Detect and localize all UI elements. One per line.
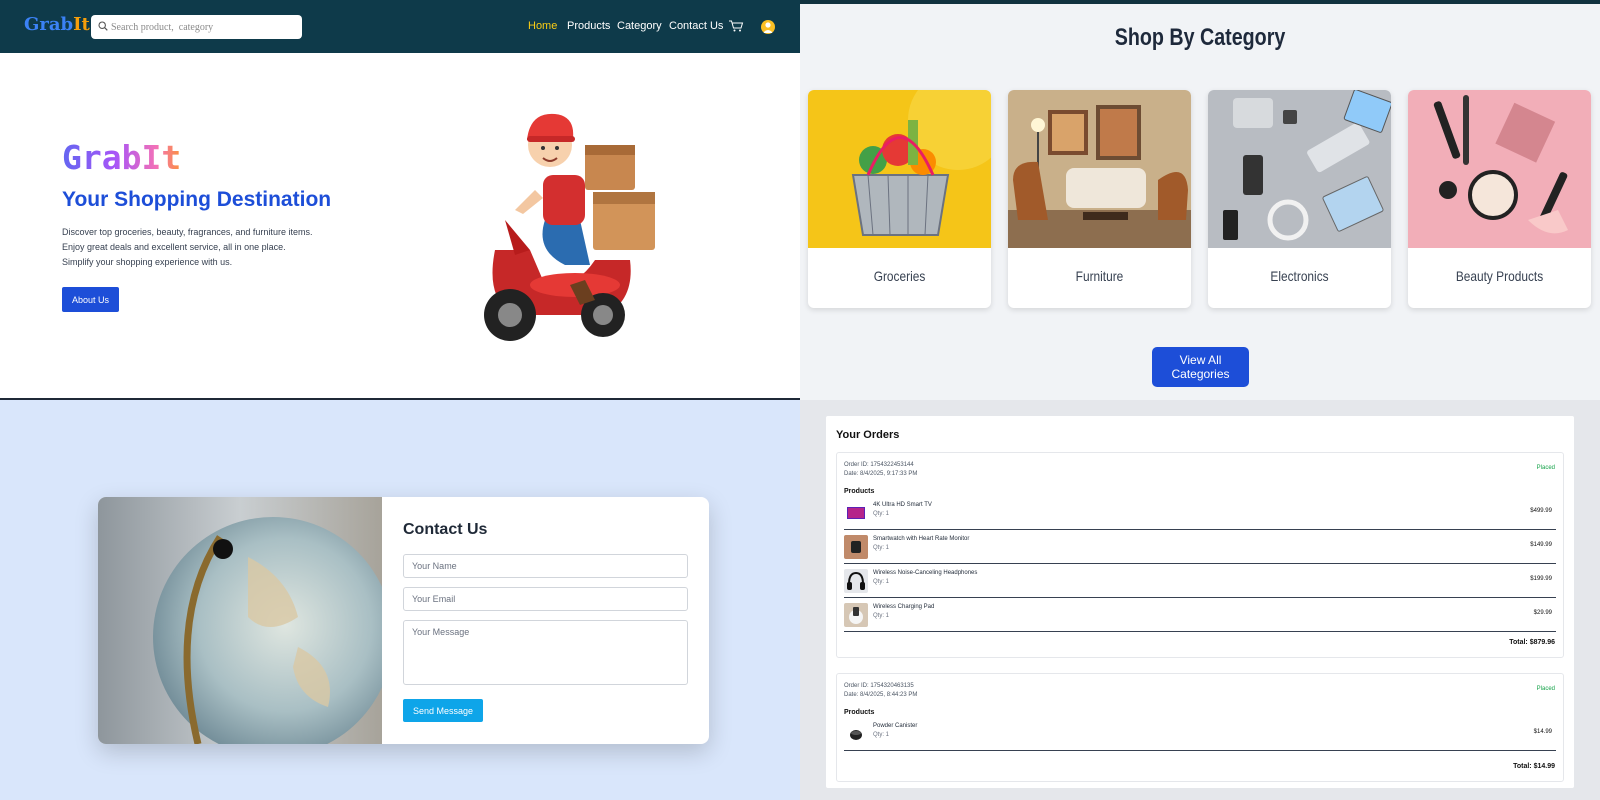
search-icon bbox=[98, 21, 108, 31]
order-item: Wireless Charging Pad Qty: 1 $29.99 bbox=[844, 598, 1556, 632]
nav-link-category[interactable]: Category bbox=[617, 20, 662, 32]
category-label-furniture: Furniture bbox=[1075, 268, 1124, 284]
hero-section: GrabIt Home Products Category Contact Us… bbox=[0, 0, 800, 400]
category-card-beauty[interactable]: Beauty Products bbox=[1408, 90, 1591, 308]
order-item: Smartwatch with Heart Rate Monitor Qty: … bbox=[844, 530, 1556, 564]
category-label-groceries: Groceries bbox=[873, 268, 926, 284]
order-item: 4K Ultra HD Smart TV Qty: 1 $499.99 bbox=[844, 496, 1556, 530]
order-id: Order ID: 1754320463135 bbox=[844, 683, 914, 689]
email-field[interactable] bbox=[403, 587, 688, 611]
hero-line-1: Discover top groceries, beauty, fragranc… bbox=[62, 227, 313, 237]
category-label-electronics: Electronics bbox=[1270, 268, 1329, 284]
category-card-furniture[interactable]: Furniture bbox=[1008, 90, 1191, 308]
search-input[interactable] bbox=[111, 18, 296, 36]
orders-section: Your Orders Order ID: 1754322453144 Date… bbox=[800, 400, 1600, 800]
contact-title: Contact Us bbox=[403, 521, 488, 538]
products-label: Products bbox=[844, 488, 875, 495]
globe-image bbox=[98, 497, 382, 744]
product-name: Wireless Charging Pad bbox=[873, 604, 935, 610]
category-label-beauty: Beauty Products bbox=[1455, 268, 1544, 284]
order-card: Order ID: 1754322453144 Date: 8/4/2025, … bbox=[836, 452, 1564, 658]
product-name: Powder Canister bbox=[873, 723, 918, 729]
navbar: GrabIt Home Products Category Contact Us bbox=[0, 0, 800, 53]
order-date: Date: 8/4/2025, 9:17:33 PM bbox=[844, 471, 918, 477]
contact-card: Contact Us Send Message bbox=[98, 497, 709, 744]
name-field[interactable] bbox=[403, 554, 688, 578]
category-card-groceries[interactable]: Groceries bbox=[808, 90, 991, 308]
electronics-image bbox=[1208, 90, 1391, 248]
cart-icon[interactable] bbox=[728, 19, 744, 33]
category-section-title: Shop By Category bbox=[1114, 24, 1286, 51]
hero-heading: Your Shopping Destination bbox=[62, 188, 332, 211]
logo-text-it: It bbox=[73, 14, 90, 35]
user-avatar-icon[interactable] bbox=[761, 20, 775, 34]
category-section: Shop By Category Groceries Furniture Ele… bbox=[800, 0, 1600, 400]
product-qty: Qty: 1 bbox=[873, 511, 890, 517]
orders-panel: Your Orders Order ID: 1754322453144 Date… bbox=[826, 416, 1574, 788]
logo-text-grab: Grab bbox=[24, 14, 74, 35]
product-qty: Qty: 1 bbox=[873, 579, 890, 585]
order-date: Date: 8/4/2025, 8:44:23 PM bbox=[844, 692, 918, 698]
products-label: Products bbox=[844, 709, 875, 716]
order-item: Wireless Noise-Canceling Headphones Qty:… bbox=[844, 564, 1556, 598]
nav-link-products[interactable]: Products bbox=[567, 20, 610, 32]
product-price: $29.99 bbox=[1533, 610, 1552, 616]
site-logo[interactable]: GrabIt bbox=[24, 14, 90, 35]
product-price: $199.99 bbox=[1530, 576, 1552, 582]
product-price: $499.99 bbox=[1530, 508, 1552, 514]
product-thumbnail-smartwatch bbox=[844, 535, 868, 559]
furniture-image bbox=[1008, 90, 1191, 248]
order-card: Order ID: 1754320463135 Date: 8/4/2025, … bbox=[836, 673, 1564, 782]
view-all-categories-button[interactable]: View All Categories bbox=[1152, 347, 1249, 387]
nav-link-home[interactable]: Home bbox=[528, 20, 557, 32]
groceries-image bbox=[808, 90, 991, 248]
product-thumbnail-charging-pad bbox=[844, 603, 868, 627]
order-total: Total: $879.96 bbox=[1509, 639, 1555, 646]
message-field[interactable] bbox=[403, 620, 688, 685]
search-bar bbox=[91, 15, 302, 39]
product-name: 4K Ultra HD Smart TV bbox=[873, 502, 932, 508]
hero-line-3: Simplify your shopping experience with u… bbox=[62, 257, 233, 267]
product-thumbnail-headphones bbox=[844, 569, 868, 593]
nav-link-contact[interactable]: Contact Us bbox=[669, 20, 723, 32]
product-thumbnail-tv bbox=[844, 501, 868, 525]
product-qty: Qty: 1 bbox=[873, 732, 890, 738]
product-thumbnail-powder-canister bbox=[844, 722, 868, 746]
product-price: $149.99 bbox=[1530, 542, 1552, 548]
order-total: Total: $14.99 bbox=[1513, 763, 1555, 770]
hero-brand: GrabIt bbox=[62, 138, 182, 177]
order-item: Powder Canister Qty: 1 $14.99 bbox=[844, 717, 1556, 751]
order-id: Order ID: 1754322453144 bbox=[844, 462, 914, 468]
product-qty: Qty: 1 bbox=[873, 545, 890, 551]
orders-title: Your Orders bbox=[836, 429, 900, 441]
product-price: $14.99 bbox=[1533, 729, 1552, 735]
order-status-badge: Placed bbox=[1536, 465, 1555, 471]
product-name: Wireless Noise-Canceling Headphones bbox=[873, 570, 978, 576]
order-status-badge: Placed bbox=[1536, 686, 1555, 692]
product-name: Smartwatch with Heart Rate Monitor bbox=[873, 536, 970, 542]
delivery-scooter-illustration bbox=[484, 113, 655, 341]
about-us-button[interactable]: About Us bbox=[62, 287, 119, 312]
send-message-button[interactable]: Send Message bbox=[403, 699, 483, 722]
beauty-products-image bbox=[1408, 90, 1591, 248]
product-qty: Qty: 1 bbox=[873, 613, 890, 619]
category-card-electronics[interactable]: Electronics bbox=[1208, 90, 1391, 308]
contact-section: Contact Us Send Message bbox=[0, 400, 800, 800]
hero-line-2: Enjoy great deals and excellent service,… bbox=[62, 242, 286, 252]
